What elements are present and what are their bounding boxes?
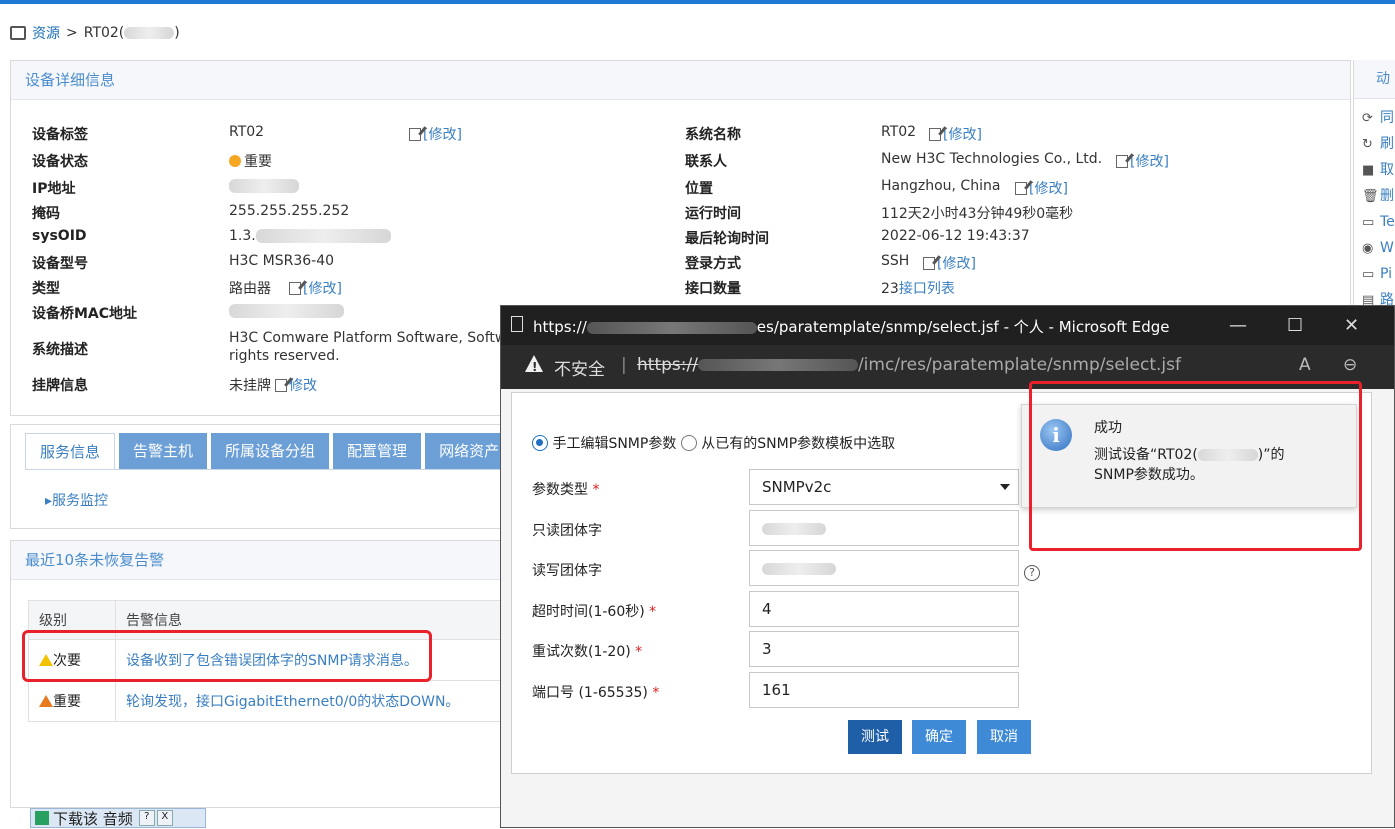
web-icon: ◉: [1362, 241, 1374, 256]
edit-device-label-link[interactable]: [修改]: [409, 124, 462, 144]
alarm-level-cell: 重要: [28, 680, 116, 722]
terminal-icon: ▭: [1362, 215, 1375, 230]
not-secure-label[interactable]: 不安全: [554, 355, 605, 380]
action-refresh[interactable]: ↻ 刷: [1354, 131, 1395, 157]
rw-community-input[interactable]: [749, 550, 1019, 586]
minimize-button[interactable]: —: [1229, 315, 1247, 336]
download-audio-label[interactable]: 下载该 音频: [53, 808, 133, 829]
redacted-ro-community: [762, 522, 826, 535]
ro-community-label: 只读团体字: [532, 523, 602, 539]
edge-title-bar[interactable]: https://es/paratemplate/snmp/select.jsf …: [501, 306, 1394, 345]
tab-service-info[interactable]: 服务信息: [25, 433, 116, 470]
edit-icon: [409, 128, 421, 141]
edit-icon: [1116, 155, 1128, 168]
route-icon: ▤: [1362, 293, 1375, 308]
action-telnet[interactable]: ▭ Te: [1354, 209, 1395, 235]
unmanage-icon: ■: [1362, 163, 1375, 178]
breadcrumb-resource-link[interactable]: 资源: [32, 23, 60, 43]
retry-input[interactable]: 3: [749, 631, 1019, 667]
refresh-icon: ⟳: [1362, 111, 1373, 126]
close-window-button[interactable]: ✕: [1344, 315, 1359, 336]
highlight-box-alarm: [22, 630, 432, 682]
edit-sys-name-link[interactable]: [修改]: [929, 124, 982, 144]
alarm-message-link[interactable]: 轮询发现，接口GigabitEthernet0/0的状态DOWN。: [126, 694, 459, 710]
action-delete[interactable]: 🗑删: [1354, 183, 1395, 209]
radio-manual-label[interactable]: 手工编辑SNMP参数: [552, 436, 676, 452]
reload-icon: ↻: [1362, 137, 1373, 152]
tab-device-group[interactable]: 所属设备分组: [211, 433, 330, 469]
zoom-out-icon[interactable]: ⊖: [1343, 355, 1357, 375]
help-button[interactable]: ?: [138, 810, 155, 826]
timeout-label: 超时时间(1-60秒) *: [532, 604, 657, 620]
edit-icon: [1015, 182, 1027, 195]
ro-community-input[interactable]: [749, 510, 1019, 546]
ok-button[interactable]: 确定: [912, 720, 966, 754]
breadcrumb: 资源 > RT02(): [10, 22, 180, 44]
highlight-box-toast: [1029, 381, 1362, 551]
redacted-ip: [229, 179, 299, 193]
tab-config-mgmt[interactable]: 配置管理: [333, 433, 422, 469]
top-accent-bar: [0, 0, 1395, 4]
download-audio-bar[interactable]: 下载该 音频 ? X: [30, 808, 206, 828]
edge-window-title: https://es/paratemplate/snmp/select.jsf …: [533, 318, 1170, 336]
port-input[interactable]: 161: [749, 672, 1019, 708]
help-icon[interactable]: ?: [1024, 565, 1040, 581]
address-url[interactable]: https:///imc/res/paratemplate/snmp/selec…: [637, 355, 1181, 375]
breadcrumb-separator: >: [66, 25, 78, 41]
alarm-message-cell[interactable]: 轮询发现，接口GigabitEthernet0/0的状态DOWN。: [115, 680, 527, 722]
cancel-button[interactable]: 取消: [977, 720, 1031, 754]
edit-location-link[interactable]: [修改]: [1015, 178, 1068, 198]
retry-label: 重试次数(1-20) *: [532, 644, 643, 660]
page-icon: [511, 316, 523, 332]
edit-icon: [929, 128, 941, 141]
edit-tag-link[interactable]: 修改: [275, 375, 317, 395]
redacted-mac: [229, 304, 344, 318]
test-button[interactable]: 测试: [848, 720, 902, 754]
close-button[interactable]: X: [156, 810, 173, 826]
param-type-label: 参数类型 *: [532, 482, 600, 498]
rw-community-label: 读写团体字: [532, 563, 602, 579]
redacted-rw-community: [762, 562, 836, 575]
param-type-select[interactable]: SNMPv2c: [749, 469, 1019, 505]
service-monitor-link[interactable]: ▸服务监控: [45, 490, 108, 510]
radio-template-label[interactable]: 从已有的SNMP参数模板中选取: [701, 436, 895, 452]
maximize-button[interactable]: ☐: [1287, 315, 1303, 336]
warning-major-icon: [39, 695, 53, 707]
status-dot-icon: [229, 155, 241, 167]
edit-icon: [923, 257, 935, 270]
snmp-mode-radios: 手工编辑SNMP参数 从已有的SNMP参数模板中选取: [532, 433, 895, 453]
edit-login-method-link[interactable]: [修改]: [923, 253, 976, 273]
radio-template[interactable]: [680, 435, 697, 451]
table-row[interactable]: 重要 轮询发现，接口GigabitEthernet0/0的状态DOWN。: [28, 680, 527, 722]
edit-icon: [275, 379, 287, 392]
timeout-input[interactable]: 4: [749, 591, 1019, 627]
radio-manual[interactable]: [532, 435, 548, 451]
ping-icon: ▭: [1362, 267, 1375, 282]
resource-icon: [10, 26, 26, 40]
action-cancel[interactable]: ■ 取: [1354, 157, 1395, 183]
interface-list-link[interactable]: 接口列表: [899, 281, 955, 297]
edit-icon: [289, 282, 301, 295]
edit-contact-link[interactable]: [修改]: [1116, 151, 1169, 171]
trash-icon: 🗑: [1362, 189, 1379, 204]
port-label: 端口号 (1-65535) *: [532, 685, 660, 701]
action-strip-title: 动: [1354, 60, 1395, 99]
action-sync[interactable]: ⟳ 同: [1354, 105, 1395, 131]
device-detail-title: 设备详细信息: [11, 61, 1350, 100]
breadcrumb-current: RT02(): [83, 25, 180, 41]
redacted-sysoid: [255, 229, 391, 243]
edit-type-link[interactable]: [修改]: [289, 278, 342, 298]
action-ping[interactable]: ▭ Pi: [1354, 261, 1395, 287]
tab-bar: 服务信息 告警主机 所属设备分组 配置管理 网络资产: [25, 433, 514, 470]
audio-icon: [35, 811, 49, 825]
action-web[interactable]: ◉ W: [1354, 235, 1395, 261]
read-aloud-icon[interactable]: A: [1299, 355, 1311, 375]
tab-alarm-host[interactable]: 告警主机: [119, 433, 208, 469]
chevron-down-icon: [1000, 484, 1010, 490]
